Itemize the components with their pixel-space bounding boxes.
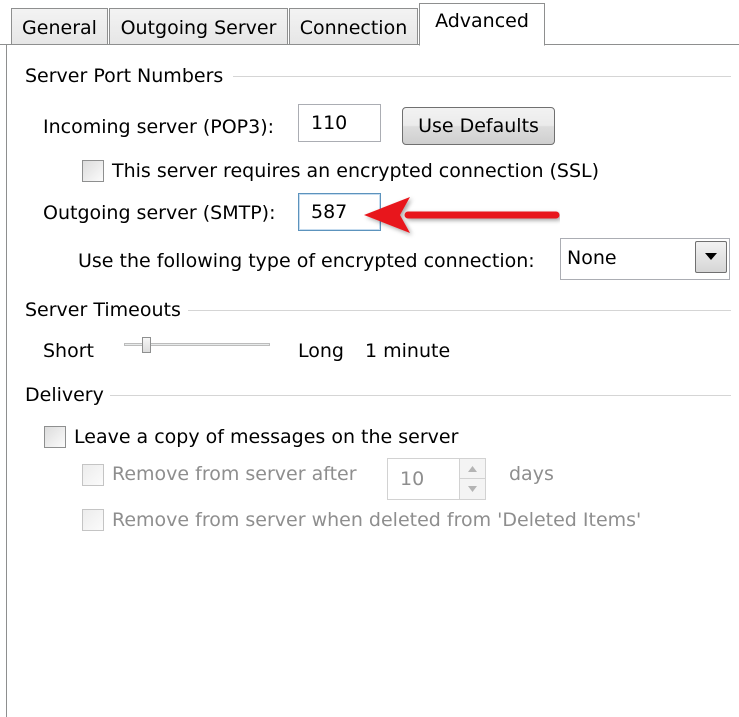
- tab-connection-label: Connection: [299, 17, 408, 39]
- encryption-type-value: None: [567, 247, 617, 269]
- group-divider-server-timeouts: [188, 310, 731, 311]
- tab-outgoing-server-label: Outgoing Server: [120, 17, 277, 39]
- tab-advanced[interactable]: Advanced: [419, 3, 545, 46]
- encryption-type-select[interactable]: None: [560, 238, 730, 280]
- leave-copy-label: Leave a copy of messages on the server: [74, 426, 459, 448]
- tab-general[interactable]: General: [11, 8, 108, 45]
- panel-border: [6, 45, 7, 717]
- incoming-server-label: Incoming server (POP3):: [43, 116, 275, 138]
- remove-after-label: Remove from server after: [112, 463, 357, 485]
- chevron-up-icon: [468, 465, 477, 472]
- remove-after-days-spinner[interactable]: [459, 458, 486, 500]
- incoming-port-input[interactable]: 110: [298, 104, 381, 142]
- tab-outgoing-server[interactable]: Outgoing Server: [109, 8, 288, 45]
- outgoing-server-label: Outgoing server (SMTP):: [43, 202, 276, 224]
- timeout-short-label: Short: [43, 340, 94, 362]
- remove-deleted-label: Remove from server when deleted from 'De…: [112, 509, 642, 531]
- group-divider-server-ports: [233, 76, 731, 77]
- leave-copy-checkbox[interactable]: [44, 426, 66, 448]
- spin-up-button[interactable]: [460, 459, 485, 479]
- group-title-server-ports: Server Port Numbers: [25, 65, 224, 87]
- group-title-server-timeouts: Server Timeouts: [25, 299, 181, 321]
- timeout-long-label: Long: [298, 340, 344, 362]
- group-divider-delivery: [110, 395, 731, 396]
- tab-connection[interactable]: Connection: [289, 8, 418, 45]
- use-defaults-button[interactable]: Use Defaults: [402, 107, 555, 145]
- annotation-arrow-icon: [364, 197, 560, 233]
- tab-general-label: General: [22, 17, 97, 39]
- days-label: days: [509, 463, 554, 485]
- tab-advanced-label: Advanced: [435, 10, 529, 32]
- chevron-down-icon: [468, 486, 477, 492]
- group-title-delivery: Delivery: [25, 384, 104, 406]
- timeout-value: 1 minute: [365, 340, 451, 362]
- ssl-label: This server requires an encrypted connec…: [112, 160, 600, 182]
- remove-deleted-checkbox[interactable]: [82, 509, 104, 531]
- chevron-down-icon: [705, 253, 717, 260]
- tab-strip-border: [0, 44, 739, 45]
- remove-after-days-input[interactable]: 10: [387, 458, 467, 500]
- spin-down-button[interactable]: [460, 479, 485, 499]
- dropdown-button[interactable]: [695, 241, 727, 273]
- remove-after-checkbox[interactable]: [82, 464, 104, 486]
- encryption-type-label: Use the following type of encrypted conn…: [78, 250, 535, 272]
- timeout-slider-thumb[interactable]: [141, 337, 151, 353]
- ssl-checkbox[interactable]: [82, 160, 104, 182]
